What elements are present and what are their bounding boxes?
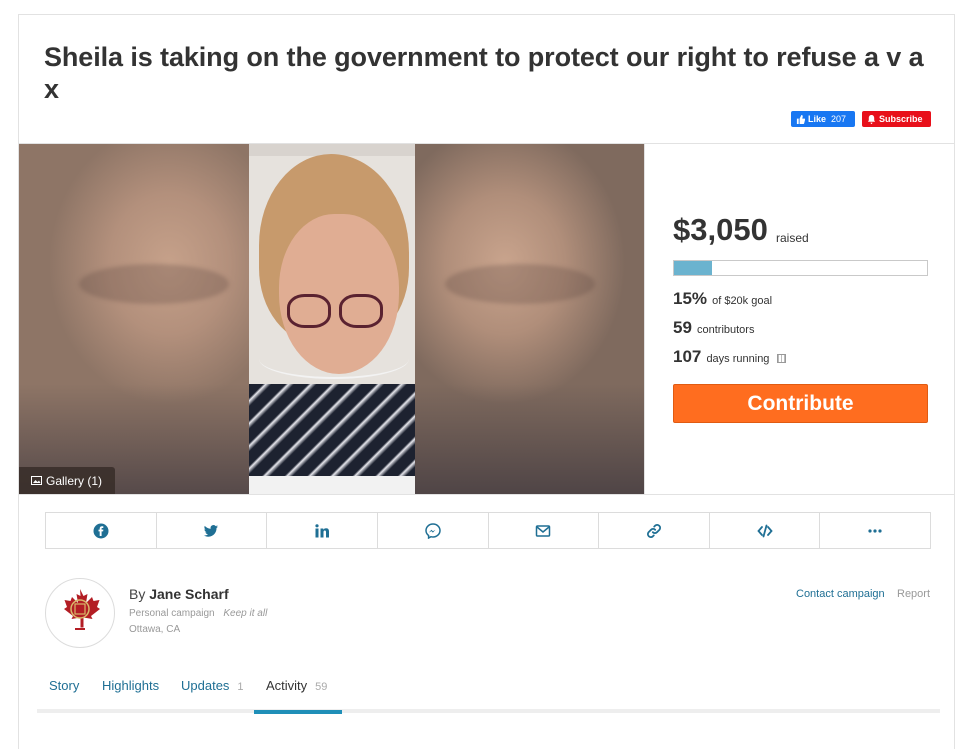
more-icon — [868, 528, 882, 533]
tab-count: 1 — [237, 681, 244, 693]
contributors-stat: 59 contributors — [673, 318, 754, 338]
tab-label: Updates — [181, 678, 230, 693]
funding-panel: $3,050 raised 15% of $20k goal 59 contri… — [644, 144, 954, 494]
email-icon — [536, 524, 551, 537]
share-twitter-button[interactable] — [157, 513, 268, 548]
campaign-tagline: Keep it all — [223, 608, 268, 619]
contributors-label: contributors — [696, 324, 755, 336]
share-messenger-button[interactable] — [378, 513, 489, 548]
photo-blur-left — [19, 144, 249, 494]
by-prefix: By — [129, 586, 146, 602]
copy-link-button[interactable] — [599, 513, 710, 548]
raised-amount: $3,050 — [673, 212, 768, 247]
subscribe-label: Subscribe — [879, 114, 923, 124]
share-email-button[interactable] — [489, 513, 600, 548]
tab-highlights[interactable]: Highlights — [102, 678, 159, 693]
contribute-button[interactable]: Contribute — [673, 384, 928, 423]
image-icon — [31, 476, 42, 485]
tab-label: Activity — [266, 678, 308, 693]
organizer-location: Ottawa, CA — [129, 624, 181, 635]
bell-icon — [867, 114, 876, 124]
like-count: 207 — [831, 114, 847, 124]
messenger-icon — [424, 522, 441, 539]
photo-blur-right — [415, 144, 644, 494]
days-stat: 107 days running — [673, 347, 786, 367]
campaign-type: Personal campaign Keep it all — [129, 608, 267, 619]
facebook-icon — [93, 523, 109, 538]
facebook-like-button[interactable]: Like 207 — [791, 111, 855, 127]
campaign-title: Sheila is taking on the government to pr… — [44, 42, 924, 104]
calendar-icon — [776, 354, 786, 363]
contact-campaign-link[interactable]: Contact campaign — [796, 588, 885, 600]
tab-story[interactable]: Story — [49, 678, 79, 693]
days-label: days running — [706, 353, 770, 365]
raised-label: raised — [776, 231, 809, 245]
link-icon — [646, 523, 661, 538]
campaign-card: Sheila is taking on the government to pr… — [18, 14, 955, 749]
organizer-avatar[interactable] — [45, 578, 115, 648]
goal-percent: 15% — [673, 289, 708, 308]
campaign-media[interactable]: Gallery (1) — [19, 144, 644, 494]
report-link[interactable]: Report — [897, 588, 930, 600]
organizer-byline: By Jane Scharf — [129, 586, 229, 602]
campaign-photo — [249, 144, 415, 494]
progress-bar — [673, 260, 928, 276]
days-count: 107 — [673, 347, 702, 366]
like-label: Like — [808, 114, 827, 124]
campaign-type-label: Personal campaign — [129, 608, 215, 619]
share-bar — [45, 512, 931, 549]
more-share-button[interactable] — [820, 513, 930, 548]
embed-icon — [756, 524, 773, 537]
maple-leaf-logo — [64, 589, 100, 630]
embed-button[interactable] — [710, 513, 821, 548]
progress-fill — [674, 261, 712, 275]
tab-label: Story — [49, 678, 80, 693]
gallery-button[interactable]: Gallery (1) — [19, 467, 115, 494]
linkedin-icon — [315, 523, 330, 537]
tab-label: Highlights — [102, 678, 160, 693]
subscribe-button[interactable]: Subscribe — [862, 111, 931, 127]
organizer-name[interactable]: Jane Scharf — [149, 586, 228, 602]
share-facebook-button[interactable] — [46, 513, 157, 548]
tab-updates[interactable]: Updates 1 — [181, 678, 244, 693]
divider — [19, 494, 954, 495]
goal-stat: 15% of $20k goal — [673, 289, 772, 309]
tab-count: 59 — [315, 681, 328, 693]
active-tab-indicator — [254, 710, 342, 714]
gallery-label: Gallery (1) — [46, 473, 103, 488]
contributors-count: 59 — [673, 318, 692, 337]
tab-activity[interactable]: Activity 59 — [266, 678, 327, 693]
twitter-icon — [204, 524, 219, 537]
campaign-tabs: Story Highlights Updates 1 Activity 59 — [37, 673, 940, 714]
share-linkedin-button[interactable] — [267, 513, 378, 548]
goal-label: of $20k goal — [712, 295, 773, 307]
thumbs-up-icon — [796, 114, 805, 124]
